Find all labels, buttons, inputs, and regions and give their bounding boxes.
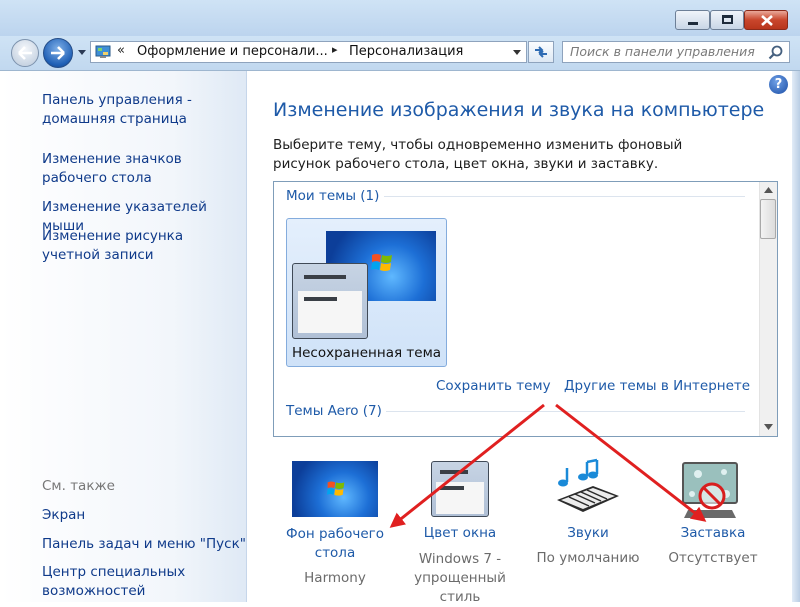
windows-logo-icon	[371, 254, 392, 271]
see-also-display-link[interactable]: Экран	[42, 506, 85, 525]
screensaver-link[interactable]: Заставка	[658, 525, 768, 541]
aero-themes-separator	[386, 411, 745, 412]
window-color-value: Windows 7 - упрощенный стиль	[414, 551, 506, 605]
sounds-value: По умолчанию	[536, 550, 640, 566]
minimize-button[interactable]	[675, 10, 710, 30]
forward-button[interactable]	[43, 38, 73, 68]
forward-arrow-icon	[51, 46, 65, 60]
scroll-up-icon[interactable]	[764, 187, 773, 193]
page-description: Выберите тему, чтобы одновременно измени…	[273, 137, 683, 172]
desktop-background-link[interactable]: Фон рабочего стола	[280, 525, 390, 563]
sounds-link[interactable]: Звуки	[533, 525, 643, 541]
scroll-down-icon[interactable]	[764, 424, 773, 430]
see-also-accessibility-link[interactable]: Центр специальных возможностей	[42, 563, 212, 601]
window-color-link[interactable]: Цвет окна	[405, 525, 515, 541]
desktop-background-value: Harmony	[304, 570, 366, 586]
recent-pages-dropdown[interactable]	[77, 49, 87, 56]
see-also-heading: См. также	[42, 478, 115, 494]
search-box[interactable]: Поиск в панели управления	[562, 41, 790, 63]
my-themes-group-label: Мои темы (1)	[286, 188, 380, 204]
unsaved-theme-tile[interactable]: Несохраненная тема	[286, 218, 447, 367]
sidebar-link-desktop-icons[interactable]: Изменение значков рабочего стола	[42, 150, 222, 188]
see-also-taskbar-link[interactable]: Панель задач и меню "Пуск"	[42, 535, 247, 554]
screensaver-icon[interactable]	[680, 460, 742, 520]
help-icon[interactable]: ?	[769, 75, 788, 94]
maximize-button[interactable]	[710, 10, 744, 30]
minimize-icon	[688, 22, 698, 25]
maximize-icon	[722, 15, 733, 24]
address-dropdown-icon[interactable]	[512, 50, 522, 56]
refresh-button[interactable]	[528, 41, 554, 63]
breadcrumb-appearance[interactable]: Оформление и персонали...	[137, 44, 328, 59]
address-chevrons[interactable]: «	[117, 43, 125, 58]
close-button[interactable]	[744, 10, 788, 30]
page-title: Изменение изображения и звука на компьют…	[273, 99, 765, 121]
control-panel-icon	[95, 45, 111, 58]
unsaved-theme-label: Несохраненная тема	[291, 345, 442, 361]
back-arrow-icon	[18, 46, 32, 60]
theme-window-preview	[292, 263, 368, 339]
search-input[interactable]: Поиск в панели управления	[570, 44, 755, 59]
sounds-icon[interactable]	[553, 458, 623, 518]
close-icon	[761, 15, 773, 26]
my-themes-separator	[384, 196, 745, 197]
windows-logo-small-icon	[326, 481, 345, 496]
desktop-background-icon[interactable]	[292, 461, 378, 517]
more-themes-online-link[interactable]: Другие темы в Интернете	[564, 378, 750, 394]
address-bar[interactable]: « Оформление и персонали... ▸ Персонализ…	[90, 41, 527, 63]
sidebar-link-account-picture[interactable]: Изменение рисунка учетной записи	[42, 227, 242, 265]
refresh-icon	[535, 46, 547, 58]
window-color-icon[interactable]	[431, 461, 489, 517]
aero-themes-group-label: Темы Aero (7)	[286, 403, 382, 419]
breadcrumb-personalization: Персонализация	[349, 44, 464, 59]
window-right-edge	[792, 71, 800, 602]
screensaver-value: Отсутствует	[668, 550, 758, 566]
save-theme-link[interactable]: Сохранить тему	[436, 378, 551, 394]
search-icon[interactable]	[768, 45, 783, 60]
back-button[interactable]	[11, 39, 39, 67]
sidebar-home-link[interactable]: Панель управления - домашняя страница	[42, 91, 222, 129]
scroll-thumb[interactable]	[760, 199, 776, 239]
breadcrumb-separator[interactable]: ▸	[332, 43, 338, 56]
